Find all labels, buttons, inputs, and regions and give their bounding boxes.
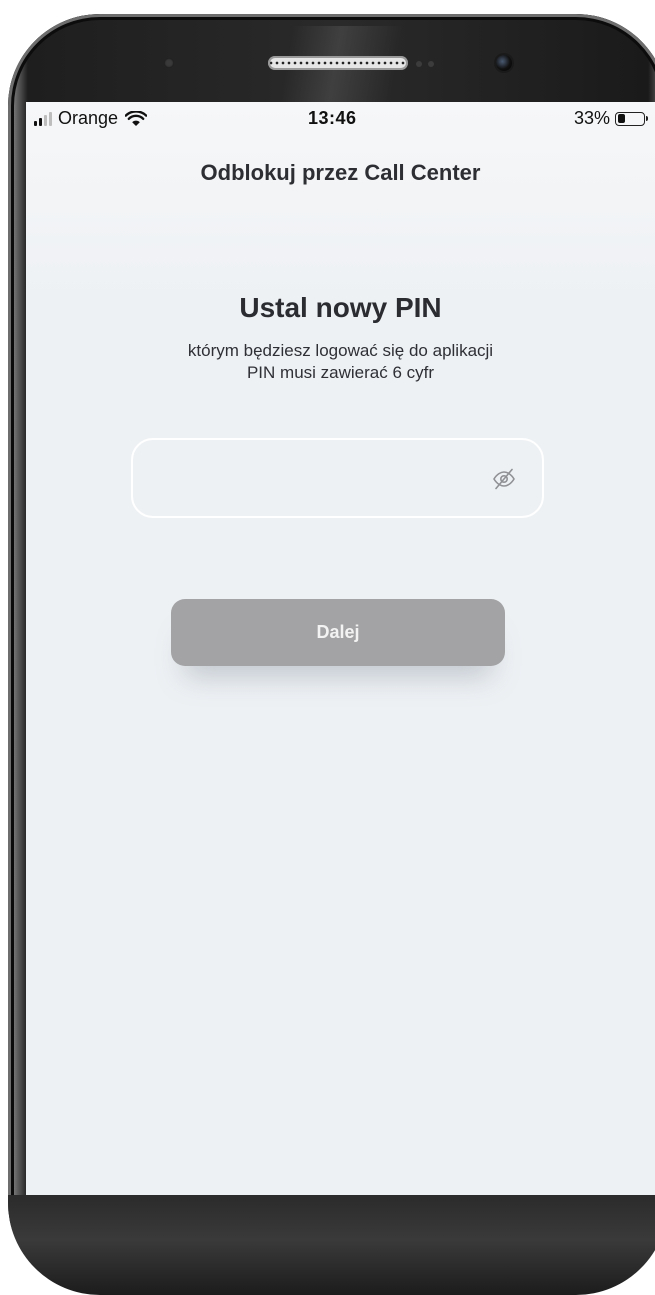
next-button[interactable]: Dalej xyxy=(171,599,505,666)
signal-icon xyxy=(34,111,52,126)
pin-input[interactable] xyxy=(131,438,544,518)
battery-icon xyxy=(615,111,648,126)
earpiece-speaker xyxy=(268,56,408,70)
eye-off-icon[interactable] xyxy=(492,468,516,490)
status-left: Orange xyxy=(34,108,148,129)
app-screen: Orange 13:46 33% Odblokuj przez Call Cen… xyxy=(26,102,655,1195)
page-title: Odblokuj przez Call Center xyxy=(200,160,481,185)
speaker-dot xyxy=(416,61,422,67)
pin-heading: Ustal nowy PIN xyxy=(239,292,442,323)
wifi-icon xyxy=(125,110,148,126)
status-right: 33% xyxy=(573,108,648,129)
clock: 13:46 xyxy=(308,108,357,128)
speaker-dot xyxy=(428,61,434,67)
status-bar: Orange 13:46 33% xyxy=(26,102,655,136)
battery-percent: 33% xyxy=(573,108,610,128)
proximity-sensor xyxy=(164,58,174,68)
pin-instructions: którym będziesz logować się do aplikacji… xyxy=(26,340,655,384)
phone-bottom-bezel xyxy=(8,1195,655,1295)
battery-fill xyxy=(617,114,626,123)
instruction-line-1: którym będziesz logować się do aplikacji xyxy=(187,341,494,360)
instruction-line-2: PIN musi zawierać 6 cyfr xyxy=(246,363,435,382)
carrier-name: Orange xyxy=(58,108,119,128)
front-camera xyxy=(496,55,512,71)
